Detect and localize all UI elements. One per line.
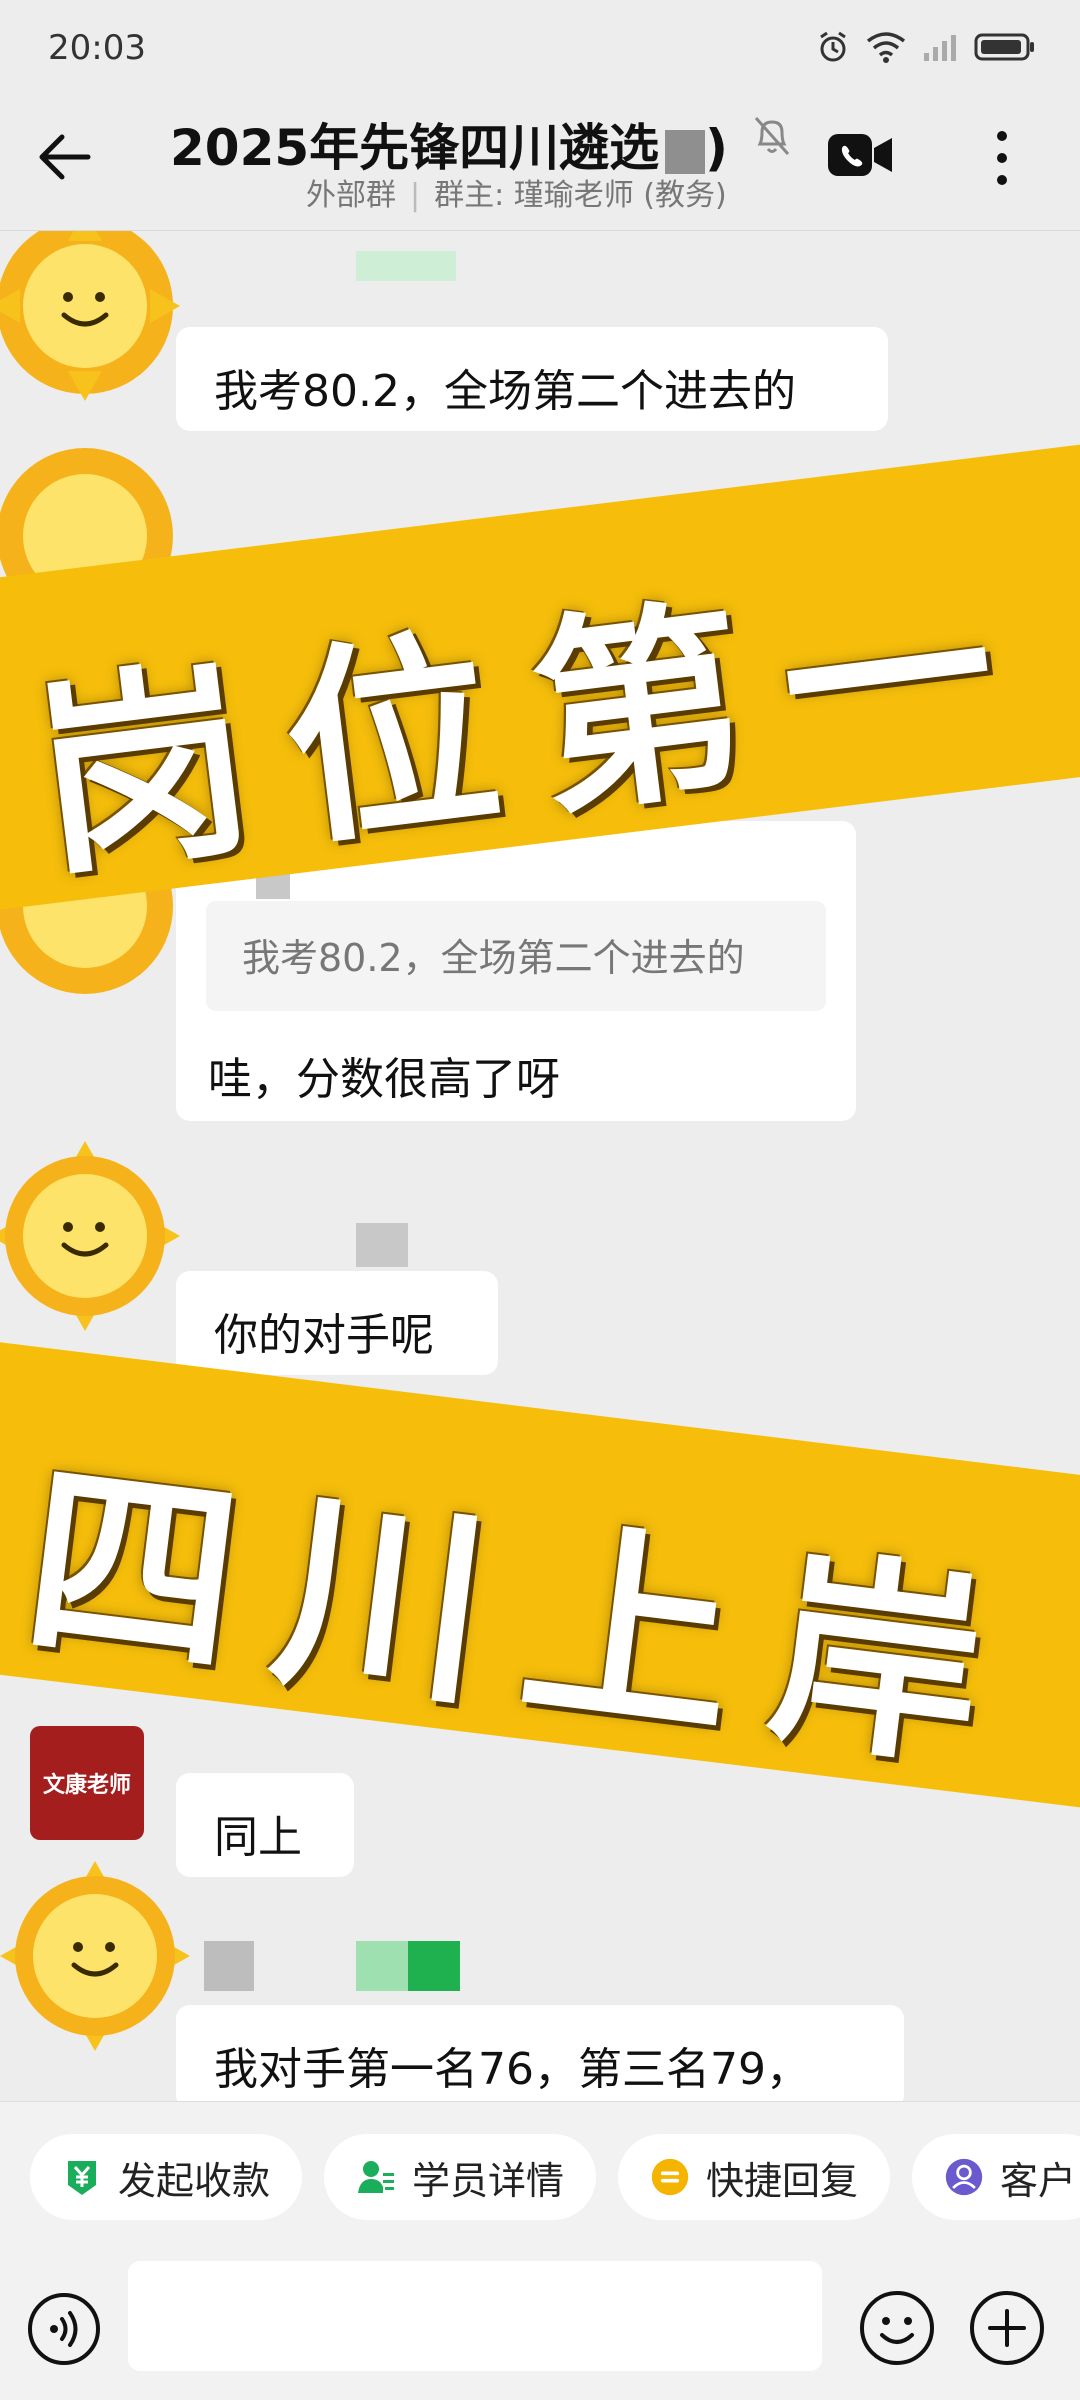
collect-payment-button[interactable]: 发起收款 (30, 2134, 303, 2220)
customer-label: 客户 (1000, 2158, 1077, 2203)
customer-button[interactable]: 客户 (912, 2134, 1080, 2220)
divider: | (410, 178, 421, 213)
student-icon (356, 2157, 396, 2197)
message-text: 我对手第一名76，第三名79， (214, 2044, 810, 2095)
status-time: 20:03 (48, 28, 146, 68)
battery-icon (974, 33, 1034, 61)
teacher-avatar[interactable]: 文康老师 (30, 1726, 144, 1840)
chat-header: 2025年先锋四川遴选) 外部群 | 群主: 瑾瑜老师 (教务) (0, 100, 1080, 231)
sender-name-blur (356, 1223, 408, 1267)
more-options-icon[interactable] (985, 124, 1019, 192)
voice-input-icon[interactable] (26, 2291, 102, 2367)
emoji-icon[interactable] (858, 2289, 936, 2367)
group-owner: 群主: 瑾瑜老师 (教务) (434, 178, 727, 213)
video-call-icon[interactable] (826, 130, 894, 180)
message-text: 我考80.2，全场第二个进去的 (214, 366, 796, 417)
quick-reply-icon (650, 2157, 690, 2197)
group-title-suffix: ) (705, 119, 729, 177)
sender-name-blur (356, 251, 456, 281)
sun-avatar-icon[interactable] (0, 1861, 190, 2051)
status-bar: 20:03 (0, 0, 1080, 100)
sender-name-blur (356, 1941, 408, 1991)
input-bar (0, 2251, 1080, 2400)
group-type: 外部群 (306, 178, 396, 213)
message-bubble[interactable]: 我对手第一名76，第三名79， (176, 2005, 904, 2101)
message-bubble[interactable]: 你的对手呢 (176, 1271, 498, 1375)
quick-actions-bar: 发起收款 学员详情 快捷回复 客户 (0, 2101, 1080, 2252)
customer-icon (944, 2157, 984, 2197)
quoted-text: 我考80.2，全场第二个进去的 (242, 936, 745, 980)
back-arrow-icon[interactable] (30, 122, 100, 192)
sender-name-blur (204, 1941, 254, 1991)
message-text: 你的对手呢 (214, 1310, 434, 1361)
redaction-mask (665, 129, 706, 174)
chat-messages[interactable]: 我考80.2，全场第二个进去的 我考80.2，全场第二个进去的 哇，分数很高了呀… (0, 231, 1080, 2101)
collect-payment-label: 发起收款 (118, 2158, 271, 2203)
group-subtitle: 外部群 | 群主: 瑾瑜老师 (教务) (306, 170, 727, 214)
yuan-icon (62, 2157, 102, 2197)
promo-banner-top-text: 岗位第一 (24, 539, 1047, 907)
quick-reply-button[interactable]: 快捷回复 (618, 2134, 891, 2220)
status-icons (816, 30, 1036, 64)
mute-bell-icon (754, 117, 790, 155)
message-bubble[interactable]: 我考80.2，全场第二个进去的 (176, 327, 888, 431)
quick-reply-label: 快捷回复 (706, 2158, 859, 2203)
plus-icon[interactable] (968, 2289, 1046, 2367)
quoted-message[interactable]: 我考80.2，全场第二个进去的 (206, 901, 826, 1011)
promo-banner-bottom: 四川上岸 (0, 1335, 1080, 1817)
teacher-avatar-text: 文康老师 (42, 1772, 131, 1798)
signal-icon (924, 35, 956, 61)
sun-avatar-icon[interactable] (0, 1141, 180, 1331)
student-details-button[interactable]: 学员详情 (324, 2134, 597, 2220)
student-details-label: 学员详情 (412, 2158, 565, 2203)
message-text: 同上 (214, 1812, 302, 1863)
message-input[interactable] (128, 2261, 822, 2371)
sun-avatar-icon[interactable] (0, 231, 180, 401)
message-text: 哇，分数很高了呀 (208, 1054, 560, 1105)
message-bubble[interactable]: 同上 (176, 1773, 354, 1877)
alarm-icon (820, 31, 846, 62)
promo-banner-bottom-text: 四川上岸 (13, 1434, 1037, 1802)
group-title-text: 2025年先锋四川遴选 (170, 119, 660, 177)
wifi-icon (866, 32, 906, 63)
sender-name-blur (408, 1941, 460, 1991)
